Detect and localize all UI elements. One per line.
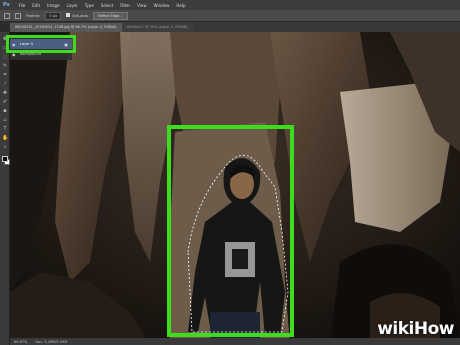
lasso-tool-icon[interactable] <box>4 12 10 19</box>
lasso-tool-icon[interactable]: ◌ <box>2 54 8 60</box>
feather-input[interactable]: 0 px <box>45 11 62 20</box>
watermark-how: How <box>413 319 455 339</box>
eraser-tool-icon[interactable]: ▫ <box>2 117 8 123</box>
crop-tool-icon[interactable]: ⌗ <box>2 72 8 78</box>
menu-file[interactable]: File <box>19 3 26 8</box>
stamp-tool-icon[interactable]: ▪ <box>2 108 8 114</box>
zoom-level[interactable]: 66.67% <box>14 340 27 344</box>
highlight-layer-box <box>6 35 76 53</box>
doc-size: Doc: 5.49M/5.49M <box>35 339 68 344</box>
refine-edge-button[interactable]: Refine Edge... <box>93 11 128 20</box>
feather-label: Feather: <box>26 13 41 18</box>
menu-image[interactable]: Image <box>47 3 60 8</box>
healing-tool-icon[interactable]: ✚ <box>2 90 8 96</box>
selection-mode-icon[interactable] <box>15 12 21 19</box>
menu-bar: Ps File Edit Image Layer Type Select Fil… <box>0 0 460 10</box>
hand-tool-icon[interactable]: ✋ <box>2 135 8 141</box>
type-tool-icon[interactable]: T <box>2 126 8 132</box>
menu-layer[interactable]: Layer <box>67 3 78 8</box>
menu-help[interactable]: Help <box>176 3 185 8</box>
document-tabs: IMG00011_20130524_1158.jpg @ 66.7% (Laye… <box>10 22 460 32</box>
watermark-wiki: wiki <box>377 319 414 339</box>
foreground-color-swatch[interactable] <box>2 156 8 162</box>
tab-document-untitled[interactable]: Untitled-1 @ 50% (Layer 1, RGB/8) <box>121 23 193 32</box>
tools-panel: ✥ ▭ ◌ ✎ ⌗ ⁄ ✚ ✐ ▪ ▫ T ✋ ⌕ <box>0 32 10 345</box>
highlight-selection-box <box>167 125 294 337</box>
checkbox-icon <box>66 13 71 17</box>
status-bar: 66.67% Doc: 5.49M/5.49M <box>10 338 460 345</box>
quick-select-tool-icon[interactable]: ✎ <box>2 63 8 69</box>
menu-edit[interactable]: Edit <box>32 3 40 8</box>
photoshop-logo: Ps <box>3 2 10 8</box>
menu-view[interactable]: View <box>137 3 147 8</box>
menu-window[interactable]: Window <box>154 3 170 8</box>
menu-type[interactable]: Type <box>85 3 94 8</box>
antialias-label: Anti-alias <box>72 14 89 18</box>
options-bar: Feather: 0 px Anti-alias Refine Edge... <box>0 10 460 22</box>
eyedropper-tool-icon[interactable]: ⁄ <box>2 81 8 87</box>
antialias-checkbox[interactable]: Anti-alias <box>66 13 88 18</box>
menu-filter[interactable]: Filter <box>120 3 130 8</box>
zoom-tool-icon[interactable]: ⌕ <box>2 144 8 150</box>
tab-document-active[interactable]: IMG00011_20130524_1158.jpg @ 66.7% (Laye… <box>10 23 122 32</box>
brush-tool-icon[interactable]: ✐ <box>2 99 8 105</box>
wikihow-watermark: wikiHow <box>377 319 454 339</box>
menu-select[interactable]: Select <box>101 3 113 8</box>
